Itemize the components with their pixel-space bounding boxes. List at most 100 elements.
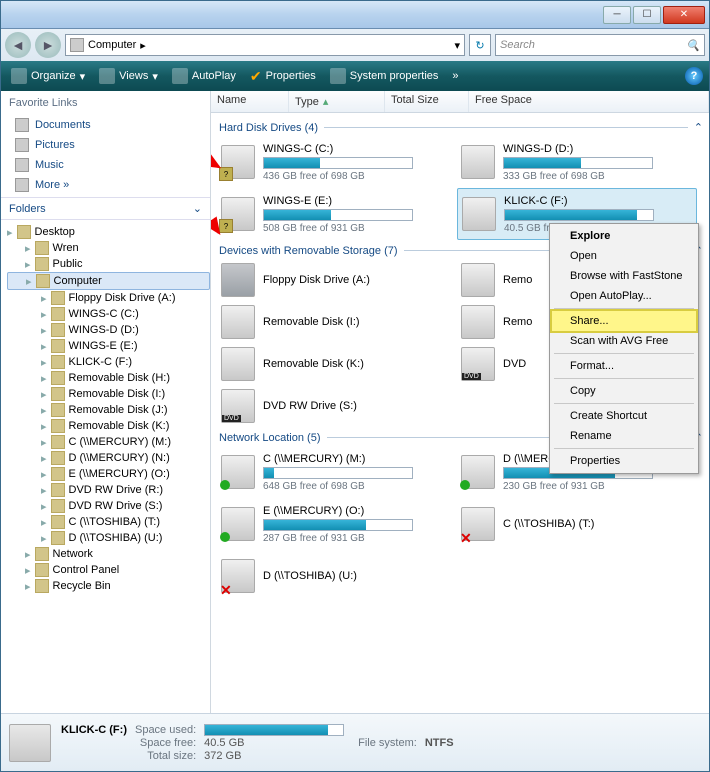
menu-item[interactable]: Explore [552,226,696,246]
tree-node[interactable]: ▸Computer [7,272,210,290]
forward-button[interactable]: ► [35,32,61,58]
expand-icon[interactable]: ▸ [41,388,47,401]
drive-item[interactable]: DVD RW Drive (S:) [217,385,457,427]
tree-node[interactable]: ▸Control Panel [7,562,210,578]
tree-node[interactable]: ▸C (\\TOSHIBA) (T:) [7,514,210,530]
drive-item[interactable]: Removable Disk (K:) [217,343,457,385]
expand-icon[interactable]: ▸ [41,420,47,433]
tree-node[interactable]: ▸Recycle Bin [7,578,210,594]
drive-item[interactable]: E (\\MERCURY) (O:)287 GB free of 931 GB [217,498,457,550]
tree-node[interactable]: ▸DVD RW Drive (R:) [7,482,210,498]
menu-item[interactable]: Properties [552,451,696,471]
drive-item[interactable]: C (\\MERCURY) (M:)648 GB free of 698 GB [217,446,457,498]
group-header[interactable]: Hard Disk Drives (4)⌃ [217,117,703,136]
folder-tree[interactable]: ▸Desktop▸Wren▸Public▸Computer▸Floppy Dis… [1,220,210,713]
tree-node[interactable]: ▸D (\\TOSHIBA) (U:) [7,530,210,546]
breadcrumb-segment[interactable]: Computer [88,39,136,51]
favorite-link[interactable]: Music [1,155,210,175]
expand-icon[interactable]: ▸ [41,372,47,385]
expand-icon[interactable]: ▸ [41,436,47,449]
drive-item[interactable]: C (\\TOSHIBA) (T:) [457,498,697,550]
tree-node[interactable]: ▸Floppy Disk Drive (A:) [7,290,210,306]
expand-icon[interactable]: ▸ [41,484,47,497]
back-button[interactable]: ◄ [5,32,31,58]
expand-icon[interactable]: ▸ [41,516,47,529]
expand-icon[interactable]: ▸ [25,580,31,593]
more-commands[interactable]: » [448,68,462,84]
expand-icon[interactable]: ▸ [41,356,47,369]
tree-node[interactable]: ▸WINGS-E (E:) [7,338,210,354]
tree-node[interactable]: ▸Removable Disk (J:) [7,402,210,418]
expand-icon[interactable]: ▸ [25,564,31,577]
tree-node[interactable]: ▸Public [7,256,210,272]
search-input[interactable]: Search 🔍 [495,34,705,56]
tree-node[interactable]: ▸DVD RW Drive (S:) [7,498,210,514]
favorite-link[interactable]: More » [1,175,210,195]
expand-icon[interactable]: ▸ [41,324,47,337]
minimize-button[interactable]: ─ [603,6,631,24]
chevron-right-icon[interactable]: ▸ [140,39,146,52]
drive-item[interactable]: Floppy Disk Drive (A:) [217,259,457,301]
folders-header[interactable]: Folders⌄ [1,197,210,220]
tree-node[interactable]: ▸Wren [7,240,210,256]
tree-node[interactable]: ▸Network [7,546,210,562]
expand-icon[interactable]: ▸ [41,452,47,465]
expand-icon[interactable]: ▸ [41,500,47,513]
menu-item[interactable]: Open AutoPlay... [552,286,696,306]
close-button[interactable]: ✕ [663,6,705,24]
collapse-icon[interactable]: ⌃ [694,121,703,134]
expand-icon[interactable]: ▸ [25,548,31,561]
drive-item[interactable]: D (\\TOSHIBA) (U:) [217,550,457,602]
menu-item[interactable]: Create Shortcut [552,406,696,426]
favorite-link[interactable]: Pictures [1,135,210,155]
tree-node[interactable]: ▸Removable Disk (I:) [7,386,210,402]
properties-button[interactable]: ✔Properties [246,66,320,87]
help-button[interactable]: ? [685,67,703,85]
expand-icon[interactable]: ▸ [26,275,32,288]
dropdown-icon[interactable]: ▾ [454,39,460,52]
col-type[interactable]: Type▴ [289,91,385,112]
address-bar[interactable]: Computer ▸ ▾ [65,34,465,56]
drive-item[interactable]: WINGS-D (D:)333 GB free of 698 GB [457,136,697,188]
menu-item[interactable]: Copy [552,381,696,401]
drive-item[interactable]: Removable Disk (I:) [217,301,457,343]
expand-icon[interactable]: ▸ [41,468,47,481]
favorite-link[interactable]: Documents [1,115,210,135]
system-properties-button[interactable]: System properties [326,66,443,86]
expand-icon[interactable]: ▸ [41,340,47,353]
autoplay-button[interactable]: AutoPlay [168,66,240,86]
drive-item[interactable]: ?WINGS-E (E:)508 GB free of 931 GB [217,188,457,240]
tree-node[interactable]: ▸Removable Disk (K:) [7,418,210,434]
tree-node[interactable]: ▸WINGS-D (D:) [7,322,210,338]
menu-item[interactable]: Share... [552,311,696,331]
tree-node[interactable]: ▸KLICK-C (F:) [7,354,210,370]
col-total-size[interactable]: Total Size [385,91,469,112]
menu-item[interactable]: Scan with AVG Free [552,331,696,351]
menu-item[interactable]: Rename [552,426,696,446]
views-menu[interactable]: Views ▾ [95,66,162,86]
organize-menu[interactable]: Organize ▾ [7,66,89,86]
menu-item[interactable]: Browse with FastStone [552,266,696,286]
refresh-button[interactable]: ↻ [469,34,491,56]
expand-icon[interactable]: ▸ [41,532,47,545]
tree-node[interactable]: ▸WINGS-C (C:) [7,306,210,322]
expand-icon[interactable]: ▸ [7,226,13,239]
column-headers[interactable]: Name Type▴ Total Size Free Space [211,91,709,113]
maximize-button[interactable]: ☐ [633,6,661,24]
expand-icon[interactable]: ▸ [41,292,47,305]
col-free-space[interactable]: Free Space [469,91,709,112]
search-icon[interactable]: 🔍 [686,39,700,52]
col-name[interactable]: Name [211,91,289,112]
menu-item[interactable]: Open [552,246,696,266]
tree-node[interactable]: ▸D (\\MERCURY) (N:) [7,450,210,466]
tree-node[interactable]: ▸Removable Disk (H:) [7,370,210,386]
expand-icon[interactable]: ▸ [41,308,47,321]
expand-icon[interactable]: ▸ [41,404,47,417]
tree-node[interactable]: ▸C (\\MERCURY) (M:) [7,434,210,450]
drive-item[interactable]: ?WINGS-C (C:)436 GB free of 698 GB [217,136,457,188]
titlebar[interactable]: ─ ☐ ✕ [1,1,709,29]
expand-icon[interactable]: ▸ [25,258,31,271]
menu-item[interactable]: Format... [552,356,696,376]
tree-node[interactable]: ▸E (\\MERCURY) (O:) [7,466,210,482]
tree-node[interactable]: ▸Desktop [7,224,210,240]
